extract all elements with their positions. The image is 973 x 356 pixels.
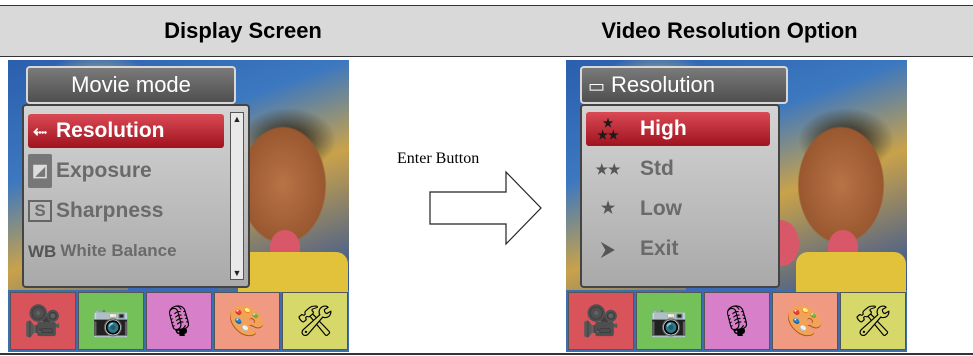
tab-voice[interactable]: 🎙	[704, 292, 770, 350]
option-label: High	[640, 117, 687, 140]
resolution-panel: ★ ★★ High ★★ Std ★ Low ⮞ Exit	[580, 104, 780, 288]
tab-setup[interactable]: 🛠	[840, 292, 906, 350]
tab-voice[interactable]: 🎙	[146, 292, 212, 350]
tab-camera[interactable]: 📷	[636, 292, 702, 350]
palette-icon: 🎨	[228, 305, 266, 338]
menu-item-label: Sharpness	[56, 199, 164, 222]
display-screen-image: Movie mode ⬸ Resolution ◩ Exposure S Sharpn…	[8, 60, 349, 352]
tab-movie[interactable]: 🎥	[568, 292, 634, 350]
microphone-icon: 🎙	[159, 305, 199, 338]
option-label: Low	[640, 197, 682, 220]
scroll-down-icon[interactable]: ▼	[231, 267, 243, 279]
sharpness-icon: S	[28, 200, 52, 223]
table-header: Display Screen Video Resolution Option	[0, 5, 973, 57]
option-label: Exit	[640, 237, 679, 260]
scroll-up-icon[interactable]: ▲	[231, 113, 243, 125]
microphone-icon: 🎙	[717, 305, 757, 338]
exposure-icon: ◩	[28, 154, 52, 189]
menu-panel: ⬸ Resolution ◩ Exposure S Sharpness WB White…	[22, 104, 250, 288]
photo-detail	[796, 252, 906, 292]
menu-item-label: Exposure	[56, 159, 152, 182]
camera-icon: 📷	[92, 305, 130, 338]
palette-icon: 🎨	[786, 305, 824, 338]
menu-item-label: White Balance	[60, 241, 177, 260]
option-std[interactable]: ★★ Std	[586, 152, 770, 186]
menu-item-resolution[interactable]: ⬸ Resolution	[28, 114, 224, 148]
tab-effect[interactable]: 🎨	[772, 292, 838, 350]
resolution-screen-image: ▭ Resolution ★ ★★ High ★★ Std ★ Low ⮞ Exit 🎥 📷…	[566, 60, 907, 352]
menu-title: Resolution	[611, 72, 715, 97]
enter-button-label: Enter Button	[397, 150, 480, 167]
header-video-resolution-option: Video Resolution Option	[601, 18, 858, 43]
menu-item-exposure[interactable]: ◩ Exposure	[28, 154, 224, 189]
menu-item-label: Resolution	[56, 119, 165, 142]
tools-icon: 🛠	[295, 305, 335, 338]
photo-detail	[238, 252, 348, 292]
camera-icon: 📷	[650, 305, 688, 338]
menu-item-sharpness[interactable]: S Sharpness	[28, 194, 224, 228]
movie-camera-icon: 🎥	[24, 305, 62, 338]
option-low[interactable]: ★ Low	[586, 192, 770, 226]
two-stars-icon: ★★	[595, 161, 621, 178]
white-balance-icon: WB	[28, 241, 57, 261]
three-stars-icon: ★ ★★	[597, 116, 619, 143]
tools-icon: 🛠	[853, 305, 893, 338]
resolution-icon: ⬸	[33, 121, 47, 141]
bottom-rule	[0, 353, 973, 355]
tab-camera[interactable]: 📷	[78, 292, 144, 350]
option-label: Std	[640, 157, 674, 180]
resolution-title-bar: ▭ Resolution	[580, 66, 788, 104]
exit-icon: ⮞	[601, 239, 615, 260]
menu-title: Movie mode	[26, 66, 236, 104]
movie-mode-icon: ▭	[588, 76, 606, 96]
right-arrow-icon	[429, 170, 542, 246]
menu-scrollbar[interactable]: ▲ ▼	[230, 112, 244, 280]
menu-item-white-balance[interactable]: WB White Balance	[28, 234, 224, 268]
tab-setup[interactable]: 🛠	[282, 292, 348, 350]
option-exit[interactable]: ⮞ Exit	[586, 232, 770, 266]
header-display-screen: Display Screen	[164, 18, 322, 43]
one-star-icon: ★	[600, 200, 616, 218]
tab-effect[interactable]: 🎨	[214, 292, 280, 350]
option-high[interactable]: ★ ★★ High	[586, 112, 770, 146]
movie-camera-icon: 🎥	[582, 305, 620, 338]
tab-movie[interactable]: 🎥	[10, 292, 76, 350]
